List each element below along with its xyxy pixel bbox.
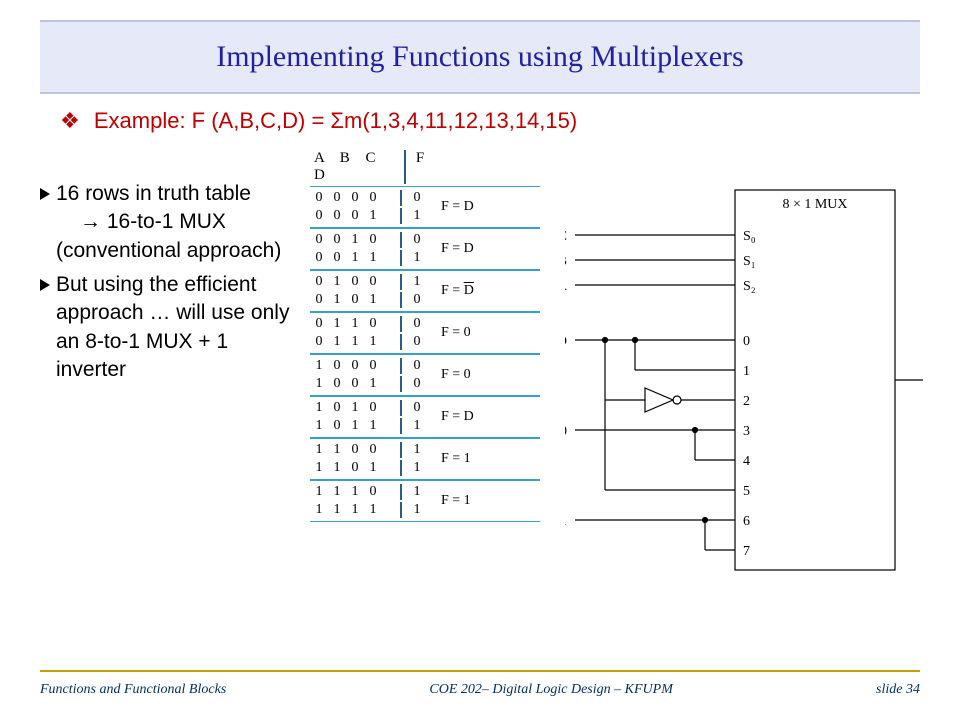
header-f: F: [404, 150, 436, 184]
mux-input-label: 1: [743, 364, 750, 379]
note-1a: 16 rows in truth table: [56, 182, 251, 205]
mux-input-label: 6: [743, 514, 750, 529]
table-row: 11001F = 1: [310, 441, 540, 459]
footer-right: slide 34: [876, 682, 920, 698]
note-list: 16 rows in truth table → 16-to-1 MUX (co…: [40, 180, 300, 390]
svg-text:S₂: S₂: [743, 279, 756, 294]
table-header-row: A B C D F: [310, 150, 540, 184]
table-row: 10100F = D: [310, 399, 540, 417]
table-row: 10000F = 0: [310, 357, 540, 375]
note-1b: → 16-to-1 MUX (conventional approach): [56, 210, 281, 261]
footer-center: COE 202– Digital Logic Design – KFUPM: [429, 682, 672, 698]
note-2: But using the efficient approach … will …: [56, 273, 289, 381]
mux-label: 8 × 1 MUX: [782, 197, 847, 212]
table-group: 00100F = D00111: [310, 228, 540, 270]
table-row: 00000F = D: [310, 189, 540, 207]
slide: Implementing Functions using Multiplexer…: [0, 0, 960, 720]
truth-table: A B C D F 00000F = D0001100100F = D00111…: [310, 150, 540, 522]
mux-input-label: 4: [743, 454, 750, 469]
mux-input-label: 3: [743, 424, 750, 439]
mux-diagram: 8 × 1 MUX C S₀ B S₁ A S₂ 0 1 2 3 4 5 6 7 D: [565, 180, 925, 600]
mux-input-label: 0: [743, 334, 750, 349]
svg-text:A: A: [565, 279, 568, 294]
table-row: 01001F = D: [310, 273, 540, 291]
arrow-right-icon: [40, 188, 50, 200]
title-band: Implementing Functions using Multiplexer…: [40, 20, 920, 94]
table-group: 11001F = 111011: [310, 438, 540, 480]
footer-bar: Functions and Functional Blocks COE 202–…: [40, 670, 920, 704]
svg-text:D: D: [565, 334, 567, 349]
svg-text:S₁: S₁: [743, 254, 756, 269]
table-row: 01100F = 0: [310, 315, 540, 333]
mux-input-label: 5: [743, 484, 750, 499]
example-text: Example: F (A,B,C,D) = Σm(1,3,4,11,12,13…: [94, 108, 577, 133]
diamond-bullet-icon: ❖: [60, 108, 80, 133]
svg-text:0: 0: [565, 424, 567, 439]
footer-left: Functions and Functional Blocks: [40, 682, 226, 698]
table-row: 11101F = 1: [310, 483, 540, 501]
mux-input-label: 2: [743, 394, 750, 409]
svg-text:S₀: S₀: [743, 229, 756, 244]
svg-text:C: C: [565, 229, 567, 244]
table-group: 10100F = D10111: [310, 396, 540, 438]
table-group: 11101F = 111111: [310, 480, 540, 522]
page-title: Implementing Functions using Multiplexer…: [216, 40, 743, 74]
table-group: 10000F = 010010: [310, 354, 540, 396]
svg-text:1: 1: [565, 514, 567, 529]
example-line: ❖ Example: F (A,B,C,D) = Σm(1,3,4,11,12,…: [60, 108, 920, 134]
mux-input-label: 7: [743, 544, 750, 559]
table-group: 01001F = D01010: [310, 270, 540, 312]
svg-text:B: B: [565, 254, 567, 269]
table-group: 00000F = D00011: [310, 186, 540, 228]
header-abcd: A B C D: [310, 150, 404, 184]
arrow-right-icon: [40, 279, 50, 291]
table-row: 00100F = D: [310, 231, 540, 249]
table-group: 01100F = 001110: [310, 312, 540, 354]
